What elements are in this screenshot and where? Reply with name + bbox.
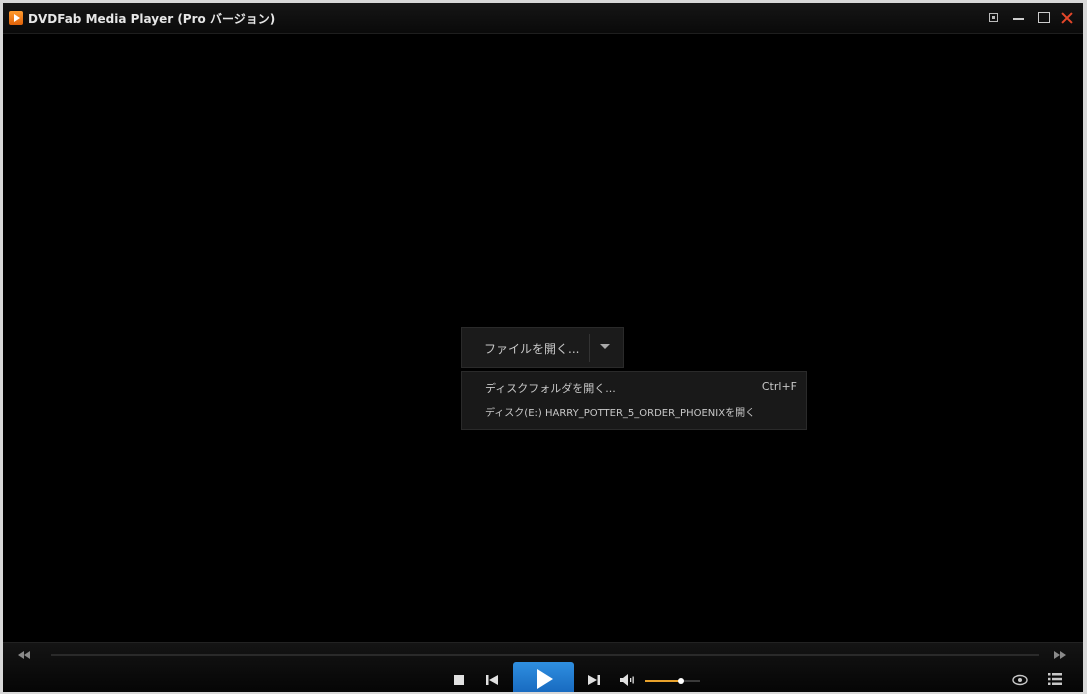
skip-next-icon[interactable] [588, 674, 600, 686]
menu-item-label: ディスク(E:) HARRY_POTTER_5_ORDER_PHOENIXを開く [485, 408, 756, 419]
menu-item-open-disc[interactable]: ディスク(E:) HARRY_POTTER_5_ORDER_PHOENIXを開く [462, 399, 806, 423]
close-icon[interactable] [1059, 10, 1075, 26]
stop-icon[interactable] [454, 675, 464, 685]
skip-previous-icon[interactable] [486, 674, 498, 686]
chevron-down-icon[interactable] [600, 344, 610, 349]
window-title: DVDFab Media Player (Pro バージョン) [28, 12, 276, 26]
menu-item-shortcut: Ctrl+F [761, 380, 797, 393]
rewind-icon[interactable] [17, 649, 31, 661]
play-button[interactable] [513, 662, 574, 692]
split-divider [589, 334, 590, 362]
seek-bar[interactable] [51, 654, 1039, 656]
compact-mode-icon[interactable] [986, 10, 1002, 26]
menu-item-label: ディスクフォルダを開く... [485, 382, 616, 395]
video-area[interactable]: ファイルを開く... ディスクフォルダを開く... Ctrl+F ディスク(E:… [3, 34, 1083, 642]
title-bar[interactable]: DVDFab Media Player (Pro バージョン) [3, 3, 1083, 34]
volume-fill [645, 680, 681, 682]
fast-forward-icon[interactable] [1053, 649, 1067, 661]
menu-item-open-disc-folder[interactable]: ディスクフォルダを開く... Ctrl+F [462, 375, 806, 399]
eye-icon[interactable] [1012, 674, 1028, 686]
minimize-icon[interactable] [1011, 10, 1027, 26]
control-bar [3, 642, 1083, 692]
volume-slider[interactable] [645, 678, 700, 684]
volume-icon[interactable] [619, 673, 635, 687]
volume-knob[interactable] [677, 678, 684, 684]
maximize-icon[interactable] [1036, 10, 1052, 26]
open-file-label: ファイルを開く... [484, 342, 580, 356]
player-window: DVDFab Media Player (Pro バージョン) ファイルを開く.… [3, 3, 1083, 692]
app-logo-icon [9, 11, 23, 25]
playlist-icon[interactable] [1048, 672, 1062, 686]
open-file-button[interactable]: ファイルを開く... [461, 327, 624, 368]
open-dropdown-menu: ディスクフォルダを開く... Ctrl+F ディスク(E:) HARRY_POT… [461, 371, 807, 430]
